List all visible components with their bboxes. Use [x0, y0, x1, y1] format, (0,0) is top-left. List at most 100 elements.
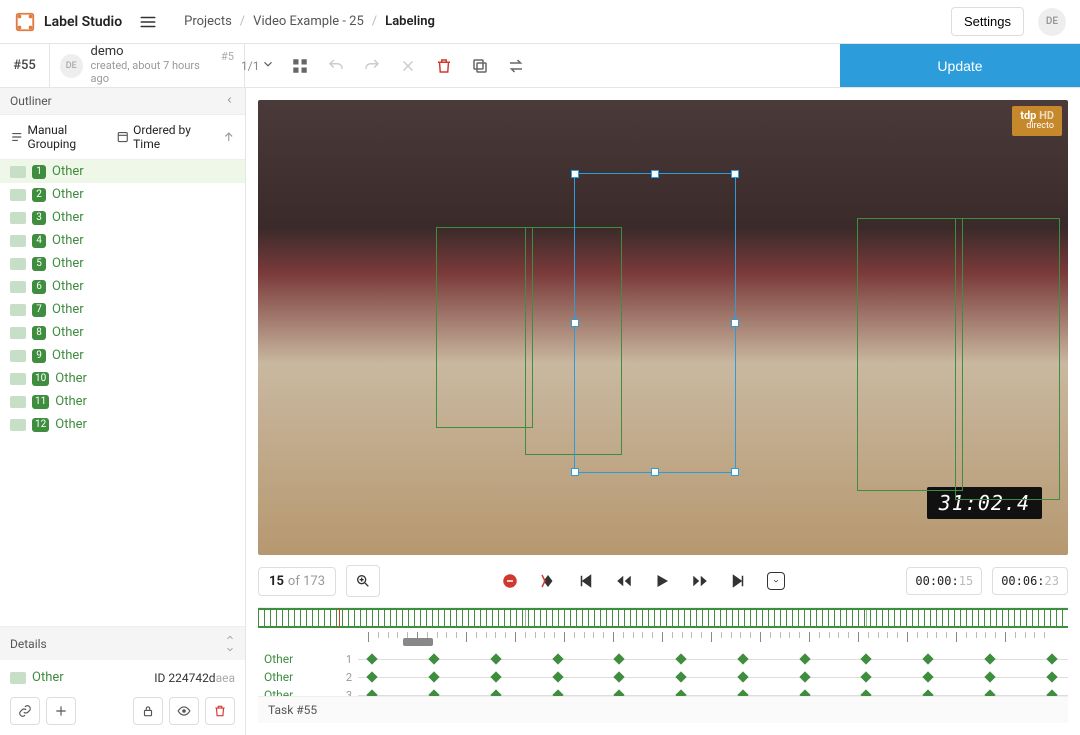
region-tag-icon — [10, 419, 26, 431]
keyframe-icon[interactable] — [552, 689, 563, 696]
track-row[interactable]: Other1 — [258, 650, 1068, 668]
keyframe-icon[interactable] — [490, 653, 501, 664]
close-icon[interactable] — [399, 57, 417, 75]
delete-icon[interactable] — [205, 697, 235, 725]
track-label: Other — [258, 688, 338, 696]
keyframe-toggle-icon[interactable] — [539, 572, 557, 590]
keyframe-icon[interactable] — [675, 653, 686, 664]
collapse-outliner-icon[interactable] — [225, 94, 235, 108]
swap-icon[interactable] — [507, 57, 525, 75]
keyframe-icon[interactable] — [861, 689, 872, 696]
keyframe-icon[interactable] — [490, 671, 501, 682]
details-title: Details — [10, 637, 47, 651]
collapse-details-icon[interactable] — [225, 633, 235, 654]
track-number: 3 — [338, 689, 358, 697]
keyframe-icon[interactable] — [737, 653, 748, 664]
keyframe-icon[interactable] — [922, 653, 933, 664]
scrub-handle[interactable] — [403, 638, 433, 646]
keyframe-icon[interactable] — [984, 653, 995, 664]
frame-counter[interactable]: 15 of 173 — [258, 567, 336, 596]
link-icon[interactable] — [10, 697, 40, 725]
region-item[interactable]: 6Other — [0, 275, 245, 298]
track-row[interactable]: Other3 — [258, 686, 1068, 696]
keyframe-icon[interactable] — [552, 671, 563, 682]
fastforward-icon[interactable] — [691, 572, 709, 590]
copy-icon[interactable] — [471, 57, 489, 75]
breadcrumb-projects[interactable]: Projects — [184, 14, 232, 29]
grid-icon[interactable] — [291, 57, 309, 75]
keyframe-icon[interactable] — [675, 671, 686, 682]
keyframe-icon[interactable] — [861, 671, 872, 682]
track-row[interactable]: Other2 — [258, 668, 1068, 686]
region-item[interactable]: 1Other — [0, 160, 245, 183]
region-number-badge: 9 — [32, 349, 46, 363]
keyframe-icon[interactable] — [367, 689, 378, 696]
ordering-dropdown[interactable]: Ordered by Time — [116, 123, 235, 151]
keyframe-down-icon[interactable] — [767, 572, 785, 590]
keyframe-icon[interactable] — [737, 671, 748, 682]
brand-name: Label Studio — [44, 14, 122, 30]
time-total[interactable]: 00:06:23 — [992, 567, 1068, 595]
keyframe-icon[interactable] — [552, 653, 563, 664]
region-item[interactable]: 7Other — [0, 298, 245, 321]
grouping-dropdown[interactable]: Manual Grouping — [10, 123, 116, 151]
keyframe-icon[interactable] — [428, 671, 439, 682]
keyframe-icon[interactable] — [922, 689, 933, 696]
keyframe-icon[interactable] — [428, 653, 439, 664]
region-item[interactable]: 9Other — [0, 344, 245, 367]
keyframe-icon[interactable] — [675, 689, 686, 696]
region-item[interactable]: 5Other — [0, 252, 245, 275]
keyframe-icon[interactable] — [861, 653, 872, 664]
time-current[interactable]: 00:00:15 — [906, 567, 982, 595]
timeline-tracks[interactable]: Other1Other2Other3Other4Other5 — [258, 632, 1068, 696]
lock-icon[interactable] — [133, 697, 163, 725]
redo-icon[interactable] — [363, 57, 381, 75]
keyframe-icon[interactable] — [614, 671, 625, 682]
menu-icon[interactable] — [136, 10, 160, 34]
keyframe-icon[interactable] — [799, 671, 810, 682]
annotation-id-mini: #5 — [221, 50, 234, 63]
play-icon[interactable] — [653, 572, 671, 590]
details-id: ID 224742daea — [154, 671, 235, 685]
region-item[interactable]: 2Other — [0, 183, 245, 206]
region-item[interactable]: 10Other — [0, 367, 245, 390]
skip-start-icon[interactable] — [577, 572, 595, 590]
keyframe-icon[interactable] — [614, 689, 625, 696]
region-item[interactable]: 11Other — [0, 390, 245, 413]
region-item[interactable]: 4Other — [0, 229, 245, 252]
region-item[interactable]: 12Other — [0, 413, 245, 436]
user-avatar[interactable]: DE — [1038, 8, 1066, 36]
region-item[interactable]: 3Other — [0, 206, 245, 229]
skip-end-icon[interactable] — [729, 572, 747, 590]
rewind-icon[interactable] — [615, 572, 633, 590]
timeline-ruler[interactable] — [258, 608, 1068, 628]
settings-button[interactable]: Settings — [951, 7, 1024, 36]
trash-icon[interactable] — [435, 57, 453, 75]
keyframe-icon[interactable] — [799, 689, 810, 696]
keyframe-icon[interactable] — [1046, 671, 1057, 682]
region-item[interactable]: 8Other — [0, 321, 245, 344]
keyframe-icon[interactable] — [1046, 689, 1057, 696]
keyframe-icon[interactable] — [428, 689, 439, 696]
keyframe-icon[interactable] — [367, 653, 378, 664]
update-button[interactable]: Update — [840, 44, 1080, 87]
keyframe-icon[interactable] — [614, 653, 625, 664]
keyframe-icon[interactable] — [922, 671, 933, 682]
keyframe-icon[interactable] — [737, 689, 748, 696]
region-tag-icon — [10, 235, 26, 247]
outliner-title: Outliner — [10, 94, 52, 108]
keyframe-icon[interactable] — [490, 689, 501, 696]
stop-icon[interactable] — [501, 572, 519, 590]
keyframe-icon[interactable] — [1046, 653, 1057, 664]
keyframe-icon[interactable] — [984, 689, 995, 696]
keyframe-icon[interactable] — [367, 671, 378, 682]
zoom-icon[interactable] — [346, 565, 380, 597]
undo-icon[interactable] — [327, 57, 345, 75]
keyframe-icon[interactable] — [984, 671, 995, 682]
video-canvas[interactable]: tdp HD directo 31:02.4 — [258, 100, 1068, 555]
breadcrumb-project[interactable]: Video Example - 25 — [253, 14, 364, 29]
keyframe-icon[interactable] — [799, 653, 810, 664]
eye-icon[interactable] — [169, 697, 199, 725]
plus-icon[interactable] — [46, 697, 76, 725]
chevron-down-icon[interactable] — [261, 57, 275, 74]
